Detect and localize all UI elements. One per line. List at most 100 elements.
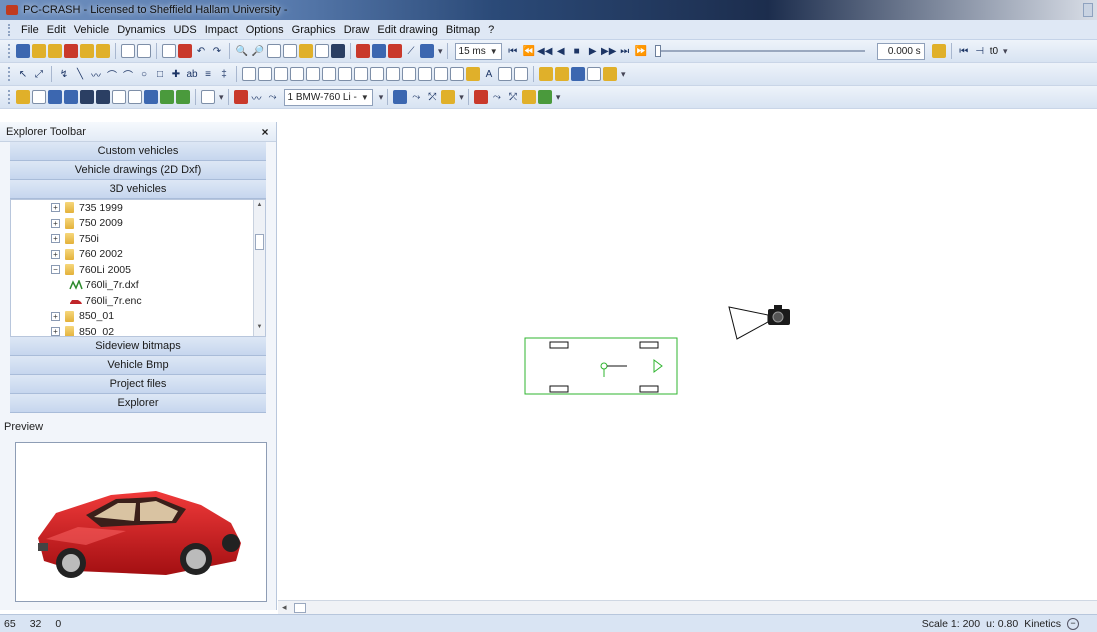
collapse-icon[interactable]: −: [51, 265, 60, 275]
car-icon[interactable]: [64, 44, 78, 58]
driver-sequence-icon[interactable]: [441, 90, 456, 104]
section-project-files[interactable]: Project files: [10, 375, 266, 394]
close-icon[interactable]: ×: [258, 125, 272, 139]
scroll-down-icon[interactable]: ▼: [254, 324, 265, 334]
folder-icon[interactable]: [555, 67, 569, 81]
pedestrian-sequence-icon[interactable]: [521, 90, 536, 104]
menu-edit[interactable]: Edit: [43, 24, 70, 36]
driver-brake-icon[interactable]: ⤱: [425, 90, 439, 104]
impact-icon[interactable]: [372, 44, 386, 58]
print-icon[interactable]: [137, 44, 151, 58]
section-vehicle-drawings[interactable]: Vehicle drawings (2D Dxf): [10, 161, 266, 180]
trajectory-icon[interactable]: [356, 44, 370, 58]
array-icon[interactable]: [274, 67, 288, 81]
expand-icon[interactable]: +: [51, 203, 60, 213]
reset-time-icon[interactable]: ⏮: [957, 44, 971, 58]
zoom-out-icon[interactable]: 🔎: [251, 44, 265, 58]
sequence-icon[interactable]: ⏩: [634, 44, 648, 58]
menu-vehicle[interactable]: Vehicle: [70, 24, 113, 36]
save-icon[interactable]: [16, 44, 30, 58]
zoom-in-icon[interactable]: 🔍: [235, 44, 249, 58]
camera-icon[interactable]: [728, 305, 790, 340]
line-icon[interactable]: ╲: [73, 67, 87, 81]
book-icon[interactable]: [587, 67, 601, 81]
optimizer-icon[interactable]: [128, 90, 142, 104]
path-curve-icon[interactable]: 〰: [250, 90, 264, 105]
toolbar-overflow-icon[interactable]: ▾: [621, 69, 626, 80]
object-icon[interactable]: [450, 67, 464, 81]
pen-icon[interactable]: [466, 67, 480, 81]
fill-icon[interactable]: [418, 67, 432, 81]
font-icon[interactable]: A: [482, 67, 496, 81]
vehicle-copy-icon[interactable]: [64, 90, 78, 104]
tree-item-850-01[interactable]: + 850_01: [11, 309, 265, 325]
step-forward-icon[interactable]: ⏭: [618, 44, 632, 58]
measure-icon[interactable]: ⟋: [404, 44, 418, 58]
expand-icon[interactable]: +: [51, 311, 60, 321]
menu-edit-drawing[interactable]: Edit drawing: [373, 24, 442, 36]
toolbar-overflow-icon[interactable]: ▾: [459, 92, 464, 103]
paste-icon[interactable]: [178, 44, 192, 58]
hatch-icon[interactable]: ≡: [201, 67, 215, 81]
menu-draw[interactable]: Draw: [340, 24, 374, 36]
node-icon[interactable]: [370, 67, 384, 81]
scroll-thumb[interactable]: [255, 234, 264, 250]
vehicle-path-icon[interactable]: [233, 90, 248, 104]
vehicle-select-icon[interactable]: [48, 90, 62, 104]
point-icon[interactable]: ✚: [169, 67, 183, 81]
table-icon[interactable]: [514, 67, 528, 81]
grid-icon[interactable]: [331, 44, 345, 58]
open-bitmap-icon[interactable]: [96, 44, 110, 58]
redo-icon[interactable]: ↷: [210, 44, 224, 58]
menu-uds[interactable]: UDS: [169, 24, 200, 36]
window-control-button[interactable]: [1083, 3, 1093, 17]
expand-icon[interactable]: +: [51, 327, 60, 336]
drawing-canvas[interactable]: [278, 122, 1097, 600]
driver-arrow-icon[interactable]: [393, 90, 408, 104]
zoom-all-icon[interactable]: [283, 44, 297, 58]
text-icon[interactable]: ab: [185, 67, 199, 81]
section-3d-vehicles[interactable]: 3D vehicles: [10, 180, 266, 199]
open-dxf-icon[interactable]: [80, 44, 94, 58]
tree-item-850-02[interactable]: + 850_02: [11, 324, 265, 336]
zoom-extents-icon[interactable]: [315, 44, 329, 58]
menu-bitmap[interactable]: Bitmap: [442, 24, 484, 36]
copy-object-icon[interactable]: [242, 67, 256, 81]
select-arrow-icon[interactable]: ↖: [16, 67, 30, 81]
traffic-light-icon[interactable]: [931, 44, 946, 58]
pedestrian-model-icon[interactable]: [537, 90, 552, 104]
pedestrian-icon[interactable]: [473, 90, 488, 104]
scroll-up-icon[interactable]: ▲: [254, 202, 265, 212]
slider-thumb[interactable]: [654, 45, 661, 57]
play-icon[interactable]: ▶: [586, 44, 600, 58]
road-icon[interactable]: [322, 67, 336, 81]
toolbar-overflow-icon[interactable]: ▾: [1003, 46, 1008, 57]
section-vehicle-bmp[interactable]: Vehicle Bmp: [10, 356, 266, 375]
move-icon[interactable]: ↯: [57, 67, 71, 81]
marker-icon[interactable]: [603, 67, 617, 81]
rewind-start-icon[interactable]: ⏮: [506, 44, 520, 58]
zoom-out-icon[interactable]: −: [1067, 617, 1079, 630]
properties-icon[interactable]: [539, 67, 553, 81]
scroll-left-icon[interactable]: ◂: [282, 602, 287, 613]
mirror-object-icon[interactable]: [258, 67, 272, 81]
fast-forward-icon[interactable]: ▶▶: [601, 44, 616, 58]
section-sideview-bitmaps[interactable]: Sideview bitmaps: [10, 337, 266, 356]
rectangle-icon[interactable]: □: [153, 67, 167, 81]
collision-opt-icon[interactable]: [96, 90, 110, 104]
toolbar-overflow-icon[interactable]: ▾: [438, 46, 443, 57]
tree-icon[interactable]: [176, 90, 190, 104]
polyline-icon[interactable]: 〰: [89, 67, 103, 82]
zoom-window-icon[interactable]: [267, 44, 281, 58]
curve-icon[interactable]: ⌒: [105, 67, 119, 82]
play-back-icon[interactable]: ◀: [554, 44, 568, 58]
tree-item-760li-dxf[interactable]: 760li_7r.dxf: [11, 278, 265, 294]
section-explorer[interactable]: Explorer: [10, 394, 266, 413]
tree-item-750-2009[interactable]: + 750 2009: [11, 216, 265, 232]
fast-back-icon[interactable]: ◀◀: [537, 44, 552, 58]
toolbar-overflow-icon[interactable]: ▾: [379, 92, 384, 103]
menu-help[interactable]: ?: [484, 24, 498, 36]
collision-icon[interactable]: [80, 90, 94, 104]
polygon-icon[interactable]: [402, 67, 416, 81]
menu-file[interactable]: File: [17, 24, 43, 36]
